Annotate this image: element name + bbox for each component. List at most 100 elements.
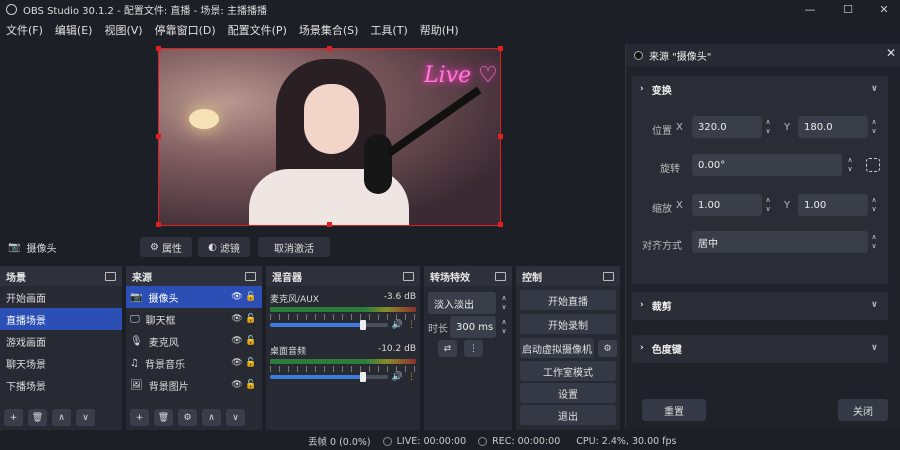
menu-tools[interactable]: 工具(T) [370,22,407,38]
deactivate-button[interactable]: 取消激活 [258,237,330,257]
move-down-button[interactable]: ∨ [76,409,95,426]
source-item[interactable]: 🖵 聊天框 👁 🔓 [126,308,262,330]
source-settings-button[interactable]: ⚙ [178,409,197,426]
scene-item[interactable]: 下播场景 [0,374,122,396]
reset-button[interactable]: 重置 [642,399,706,421]
resize-handle-bl[interactable] [156,222,161,227]
undock-icon[interactable] [603,271,614,281]
undock-icon[interactable] [245,271,256,281]
lock-icon[interactable]: 🔓 [244,380,258,390]
remove-source-button[interactable]: 🗑 [154,409,173,426]
maximize-button[interactable]: ☐ [830,0,866,18]
transform-header[interactable]: › 变换 ∨ [632,76,888,102]
move-down-button[interactable]: ∨ [226,409,245,426]
scene-item[interactable]: 聊天场景 [0,352,122,374]
resize-handle-l[interactable] [156,134,161,139]
virtual-camera-button[interactable]: 启动虚拟摄像机 [520,338,594,358]
source-item[interactable]: 🖼 背景图片 👁 🔓 [126,374,262,396]
menu-view[interactable]: 视图(V) [104,22,142,38]
channel-menu-icon[interactable]: ⋮ [407,372,416,382]
chroma-key-header[interactable]: › 色度键 ∨ [632,335,888,361]
position-x-spin[interactable]: ∧ ∨ [762,116,774,138]
lock-icon[interactable]: 🔓 [244,292,258,302]
close-window-button[interactable]: ✕ [866,0,900,18]
scene-item[interactable]: 开始画面 [0,286,122,308]
position-y-spin[interactable]: ∧ ∨ [868,116,880,138]
menu-docks[interactable]: 停靠窗口(D) [155,22,216,38]
lock-icon[interactable]: 🔓 [244,358,258,368]
move-up-button[interactable]: ∧ [202,409,221,426]
studio-mode-button[interactable]: 工作室模式 [520,361,616,381]
scale-x-input[interactable]: 1.00 [692,194,762,216]
mic-arm [386,86,482,157]
volume-slider[interactable] [270,372,388,382]
exit-button[interactable]: 退出 [520,405,616,425]
volume-slider[interactable] [270,320,388,330]
preview-source-camera[interactable]: Live ♡ [158,48,501,226]
lock-icon[interactable]: 🔓 [244,336,258,346]
channel-menu-icon[interactable]: ⋮ [407,320,416,330]
properties-button[interactable]: ⚙ 属性 [140,237,192,257]
settings-button[interactable]: 设置 [520,383,616,403]
undock-icon[interactable] [105,271,116,281]
close-panel-icon[interactable]: ✕ [886,46,896,60]
menu-profile[interactable]: 配置文件(P) [228,22,287,38]
eye-icon[interactable]: 👁 [230,358,244,368]
scale-y-spin[interactable]: ∧ ∨ [868,194,880,216]
menu-help[interactable]: 帮助(H) [420,22,459,38]
crop-header[interactable]: › 裁剪 ∨ [632,292,888,318]
lock-icon[interactable]: 🔓 [244,314,258,324]
transition-properties-icon[interactable]: ⋮ [464,340,483,357]
eye-icon[interactable]: 👁 [230,380,244,390]
transition-select[interactable]: 淡入淡出 [428,292,496,314]
menu-file[interactable]: 文件(F) [6,22,43,38]
undock-icon[interactable] [495,271,506,281]
position-y-input[interactable]: 180.0 [798,116,868,138]
rotate-reset-icon[interactable] [866,158,880,172]
title-bar: OBS Studio 30.1.2 - 配置文件: 直播 - 场景: 主播播播 [0,0,900,18]
eye-icon[interactable]: 👁 [230,336,244,346]
eye-icon[interactable]: 👁 [230,292,244,302]
resize-handle-br[interactable] [498,222,503,227]
start-stream-button[interactable]: 开始直播 [520,290,616,310]
scale-y-input[interactable]: 1.00 [798,194,868,216]
undock-icon[interactable] [403,271,414,281]
start-record-button[interactable]: 开始录制 [520,314,616,334]
resize-handle-t[interactable] [327,46,332,51]
source-item-selected[interactable]: 📷 摄像头 👁 🔓 [126,286,262,308]
source-item[interactable]: ♫ 背景音乐 👁 🔓 [126,352,262,374]
crop-section[interactable]: › 裁剪 ∨ [632,292,888,320]
move-up-button[interactable]: ∧ [52,409,71,426]
rotation-input[interactable]: 0.00° [692,154,842,176]
filters-button[interactable]: ◐ 滤镜 [198,237,250,257]
transition-spin[interactable]: ∧ ∨ [498,292,510,314]
position-x-input[interactable]: 320.0 [692,116,762,138]
alignment-dropdown-icon[interactable]: ∧ ∨ [868,231,880,253]
resize-handle-tl[interactable] [156,46,161,51]
close-button[interactable]: 关闭 [838,399,888,421]
chroma-key-section[interactable]: › 色度键 ∨ [632,335,888,363]
speaker-icon[interactable]: 🔊 [392,372,403,382]
duration-input[interactable]: 300 ms [450,316,496,338]
resize-handle-r[interactable] [498,134,503,139]
menu-scene-collection[interactable]: 场景集合(S) [299,22,359,38]
scene-item-selected[interactable]: 直播场景 [0,308,122,330]
minimize-button[interactable]: — [792,0,828,18]
virtual-camera-settings-icon[interactable]: ⚙ [598,340,617,357]
duration-spin[interactable]: ∧ ∨ [498,316,510,338]
remove-scene-button[interactable]: 🗑 [28,409,47,426]
alignment-select[interactable]: 居中 [692,231,868,253]
transition-settings-icon[interactable]: ⇄ [438,340,457,357]
scale-x-spin[interactable]: ∧ ∨ [762,194,774,216]
eye-icon[interactable]: 👁 [230,314,244,324]
resize-handle-b[interactable] [327,222,332,227]
add-source-button[interactable]: + [130,409,149,426]
source-item[interactable]: 🎙 麦克风 👁 🔓 [126,330,262,352]
resize-handle-tr[interactable] [498,46,503,51]
scene-item[interactable]: 游戏画面 [0,330,122,352]
rotation-spin[interactable]: ∧ ∨ [844,154,856,176]
menu-edit[interactable]: 编辑(E) [55,22,93,38]
add-scene-button[interactable]: + [4,409,23,426]
speaker-icon[interactable]: 🔊 [392,320,403,330]
panel-header: 来源 "摄像头" [626,44,900,66]
